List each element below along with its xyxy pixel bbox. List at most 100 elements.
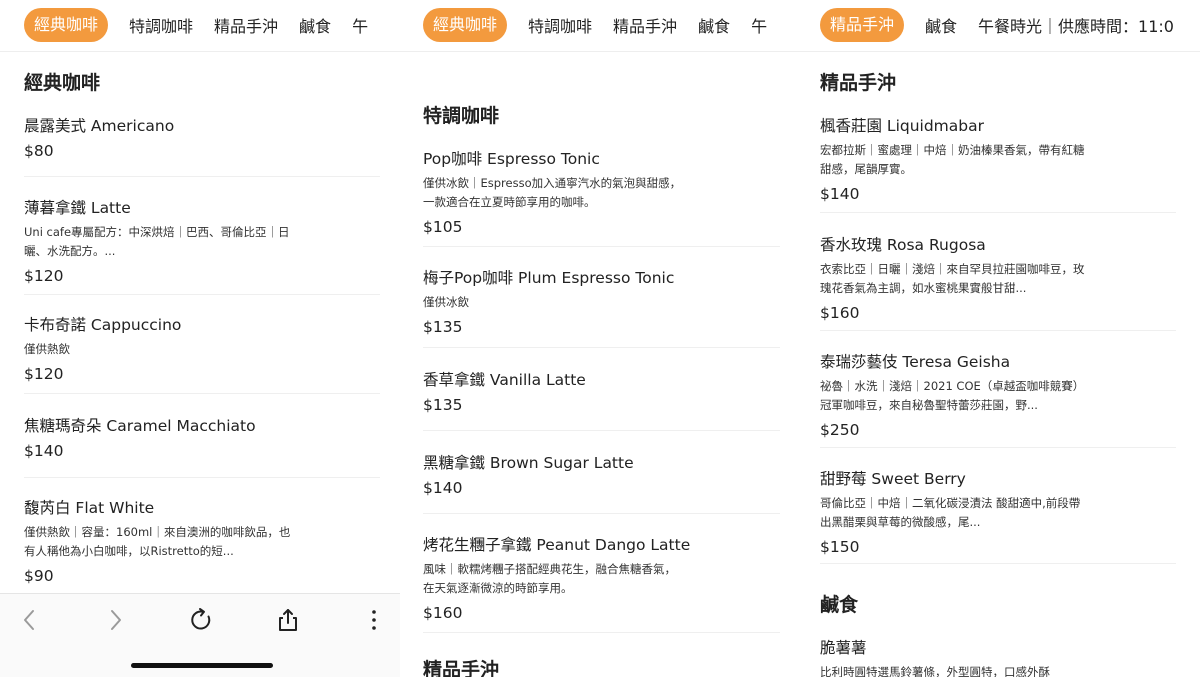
menu-panel-3: 精品手沖 鹹食 午餐時光｜供應時間：11:0 精品手沖 楓香莊園 Liquidm… bbox=[800, 0, 1200, 677]
item-price: $140 bbox=[423, 479, 463, 497]
item-price: $120 bbox=[24, 267, 64, 285]
menu-item[interactable]: 馥芮白 Flat White 僅供熱飲｜容量：160ml｜來自澳洲的咖啡飲品，也… bbox=[24, 496, 294, 585]
menu-item[interactable]: 晨露美式 Americano $80 bbox=[24, 114, 304, 160]
section-title-next: 精品手沖 bbox=[423, 659, 500, 677]
item-name: Pop咖啡 Espresso Tonic bbox=[423, 150, 600, 168]
item-desc: 祕魯｜水洗｜淺焙｜2021 COE（卓越盃咖啡競賽）冠軍咖啡豆，來自秘魯聖特蕾莎… bbox=[820, 379, 1085, 412]
item-separator bbox=[24, 477, 380, 478]
tab-divider bbox=[0, 51, 400, 52]
tab-lunch[interactable]: 午餐時光｜供應時間：11:0 bbox=[978, 13, 1174, 37]
item-name: 泰瑞莎藝伎 Teresa Geisha bbox=[820, 353, 1011, 371]
item-name: 香草拿鐵 Vanilla Latte bbox=[423, 371, 586, 389]
item-desc: 衣索比亞｜日曬｜淺焙｜來自罕貝拉莊園咖啡豆，玫瑰花香氣為主調，如水蜜桃果實般甘甜… bbox=[820, 262, 1085, 295]
item-separator bbox=[24, 176, 380, 177]
category-tabs: 經典咖啡 特調咖啡 精品手沖 鹹食 午 bbox=[24, 8, 400, 42]
item-price: $140 bbox=[820, 185, 860, 203]
menu-item[interactable]: 卡布奇諾 Cappuccino 僅供熱飲 $120 bbox=[24, 313, 294, 383]
item-price: $80 bbox=[24, 142, 54, 160]
reload-icon[interactable] bbox=[187, 606, 215, 634]
item-name: 脆薯薯 bbox=[820, 639, 867, 657]
item-separator bbox=[820, 447, 1176, 448]
chevron-right-icon[interactable] bbox=[101, 606, 129, 634]
item-price: $105 bbox=[423, 218, 463, 236]
browser-toolbar bbox=[0, 593, 400, 677]
menu-item[interactable]: 香水玫瑰 Rosa Rugosa 衣索比亞｜日曬｜淺焙｜來自罕貝拉莊園咖啡豆，玫… bbox=[820, 233, 1086, 322]
item-desc: 風味｜軟糯烤糰子搭配經典花生，融合焦糖香氣，在天氣逐漸微涼的時節享用。 bbox=[423, 562, 676, 595]
item-price: $90 bbox=[24, 567, 54, 585]
item-separator bbox=[820, 212, 1176, 213]
section-title: 精品手沖 bbox=[820, 72, 897, 94]
menu-item[interactable]: 香草拿鐵 Vanilla Latte $135 bbox=[423, 368, 723, 414]
item-name: 烤花生糰子拿鐵 Peanut Dango Latte bbox=[423, 536, 691, 554]
tab-pour-over[interactable]: 精品手沖 bbox=[613, 13, 677, 37]
item-separator bbox=[24, 393, 380, 394]
section-title-savory: 鹹食 bbox=[820, 594, 859, 616]
item-separator bbox=[820, 330, 1176, 331]
item-name: 梅子Pop咖啡 Plum Espresso Tonic bbox=[423, 269, 675, 287]
item-name: 黑糖拿鐵 Brown Sugar Latte bbox=[423, 454, 634, 472]
item-price: $140 bbox=[24, 442, 64, 460]
tab-divider bbox=[400, 51, 800, 52]
tab-savory[interactable]: 鹹食 bbox=[698, 13, 730, 37]
item-name: 香水玫瑰 Rosa Rugosa bbox=[820, 236, 986, 254]
item-price: $120 bbox=[24, 365, 64, 383]
tab-classic-coffee[interactable]: 經典咖啡 bbox=[423, 8, 508, 42]
item-separator bbox=[423, 513, 780, 514]
menu-item[interactable]: 黑糖拿鐵 Brown Sugar Latte $140 bbox=[423, 451, 723, 497]
item-desc: 僅供冰飲 bbox=[423, 295, 469, 309]
tab-lunch[interactable]: 午 bbox=[352, 13, 368, 37]
item-desc: 僅供熱飲 bbox=[24, 342, 70, 356]
item-separator bbox=[820, 563, 1176, 564]
category-tabs: 精品手沖 鹹食 午餐時光｜供應時間：11:0 bbox=[820, 8, 1200, 42]
item-name: 薄暮拿鐵 Latte bbox=[24, 199, 131, 217]
menu-panel-2: 經典咖啡 特調咖啡 精品手沖 鹹食 午 特調咖啡 Pop咖啡 Espresso … bbox=[400, 0, 800, 677]
item-price: $160 bbox=[820, 304, 860, 322]
share-icon[interactable] bbox=[274, 606, 302, 634]
menu-item[interactable]: 梅子Pop咖啡 Plum Espresso Tonic 僅供冰飲 $135 bbox=[423, 266, 723, 336]
chevron-left-icon[interactable] bbox=[16, 606, 44, 634]
menu-item[interactable]: 脆薯薯 比利時圓特選馬鈴薯條，外型圓特，口感外酥 bbox=[820, 636, 1100, 677]
item-separator bbox=[423, 246, 780, 247]
item-desc: 僅供冰飲｜Espresso加入通寧汽水的氣泡與甜感，一款適合在立夏時節享用的咖啡… bbox=[423, 176, 682, 209]
item-name: 晨露美式 Americano bbox=[24, 117, 175, 135]
tab-savory[interactable]: 鹹食 bbox=[925, 13, 957, 37]
menu-item[interactable]: 焦糖瑪奇朵 Caramel Macchiato $140 bbox=[24, 414, 304, 460]
item-name: 焦糖瑪奇朵 Caramel Macchiato bbox=[24, 417, 256, 435]
item-separator bbox=[423, 632, 780, 633]
item-name: 卡布奇諾 Cappuccino bbox=[24, 316, 182, 334]
item-price: $150 bbox=[820, 538, 860, 556]
item-separator bbox=[24, 294, 380, 295]
menu-item[interactable]: 泰瑞莎藝伎 Teresa Geisha 祕魯｜水洗｜淺焙｜2021 COE（卓越… bbox=[820, 350, 1086, 439]
menu-item[interactable]: 楓香莊園 Liquidmabar 宏都拉斯｜蜜處理｜中焙｜奶油榛果香氣，帶有紅糖… bbox=[820, 114, 1086, 203]
section-title: 經典咖啡 bbox=[24, 72, 101, 94]
item-desc: 哥倫比亞｜中焙｜二氧化碳浸漬法 酸甜適中,前段帶出黑醋栗與草莓的微酸感，尾... bbox=[820, 496, 1081, 529]
home-indicator bbox=[131, 663, 273, 668]
tab-savory[interactable]: 鹹食 bbox=[299, 13, 331, 37]
menu-item[interactable]: Pop咖啡 Espresso Tonic 僅供冰飲｜Espresso加入通寧汽水… bbox=[423, 147, 685, 236]
category-tabs: 經典咖啡 特調咖啡 精品手沖 鹹食 午 bbox=[423, 8, 800, 42]
menu-item[interactable]: 烤花生糰子拿鐵 Peanut Dango Latte 風味｜軟糯烤糰子搭配經典花… bbox=[423, 533, 691, 622]
item-name: 楓香莊園 Liquidmabar bbox=[820, 117, 984, 135]
item-name: 甜野莓 Sweet Berry bbox=[820, 470, 966, 488]
item-desc: Uni cafe專屬配方：中深烘焙｜巴西、哥倫比亞｜日曬、水洗配方。... bbox=[24, 225, 290, 258]
more-vertical-icon[interactable] bbox=[360, 606, 388, 634]
item-desc: 比利時圓特選馬鈴薯條，外型圓特，口感外酥 bbox=[820, 665, 1050, 677]
item-price: $135 bbox=[423, 318, 463, 336]
item-desc: 宏都拉斯｜蜜處理｜中焙｜奶油榛果香氣，帶有紅糖甜感，尾韻厚實。 bbox=[820, 143, 1085, 176]
tab-pour-over[interactable]: 精品手沖 bbox=[214, 13, 278, 37]
item-price: $135 bbox=[423, 396, 463, 414]
tab-pour-over[interactable]: 精品手沖 bbox=[820, 8, 905, 42]
item-price: $250 bbox=[820, 421, 860, 439]
menu-item[interactable]: 甜野莓 Sweet Berry 哥倫比亞｜中焙｜二氧化碳浸漬法 酸甜適中,前段帶… bbox=[820, 467, 1086, 556]
tab-divider bbox=[800, 51, 1200, 52]
tab-special-coffee[interactable]: 特調咖啡 bbox=[129, 13, 193, 37]
tab-special-coffee[interactable]: 特調咖啡 bbox=[528, 13, 592, 37]
item-separator bbox=[423, 347, 780, 348]
tab-classic-coffee[interactable]: 經典咖啡 bbox=[24, 8, 109, 42]
menu-panel-1: 經典咖啡 特調咖啡 精品手沖 鹹食 午 經典咖啡 晨露美式 Americano … bbox=[0, 0, 400, 677]
item-name: 馥芮白 Flat White bbox=[24, 499, 155, 517]
section-title: 特調咖啡 bbox=[423, 105, 500, 127]
tab-lunch[interactable]: 午 bbox=[751, 13, 767, 37]
item-desc: 僅供熱飲｜容量：160ml｜來自澳洲的咖啡飲品，也有人稱他為小白咖啡，以Rist… bbox=[24, 525, 291, 558]
menu-item[interactable]: 薄暮拿鐵 Latte Uni cafe專屬配方：中深烘焙｜巴西、哥倫比亞｜日曬、… bbox=[24, 196, 294, 285]
